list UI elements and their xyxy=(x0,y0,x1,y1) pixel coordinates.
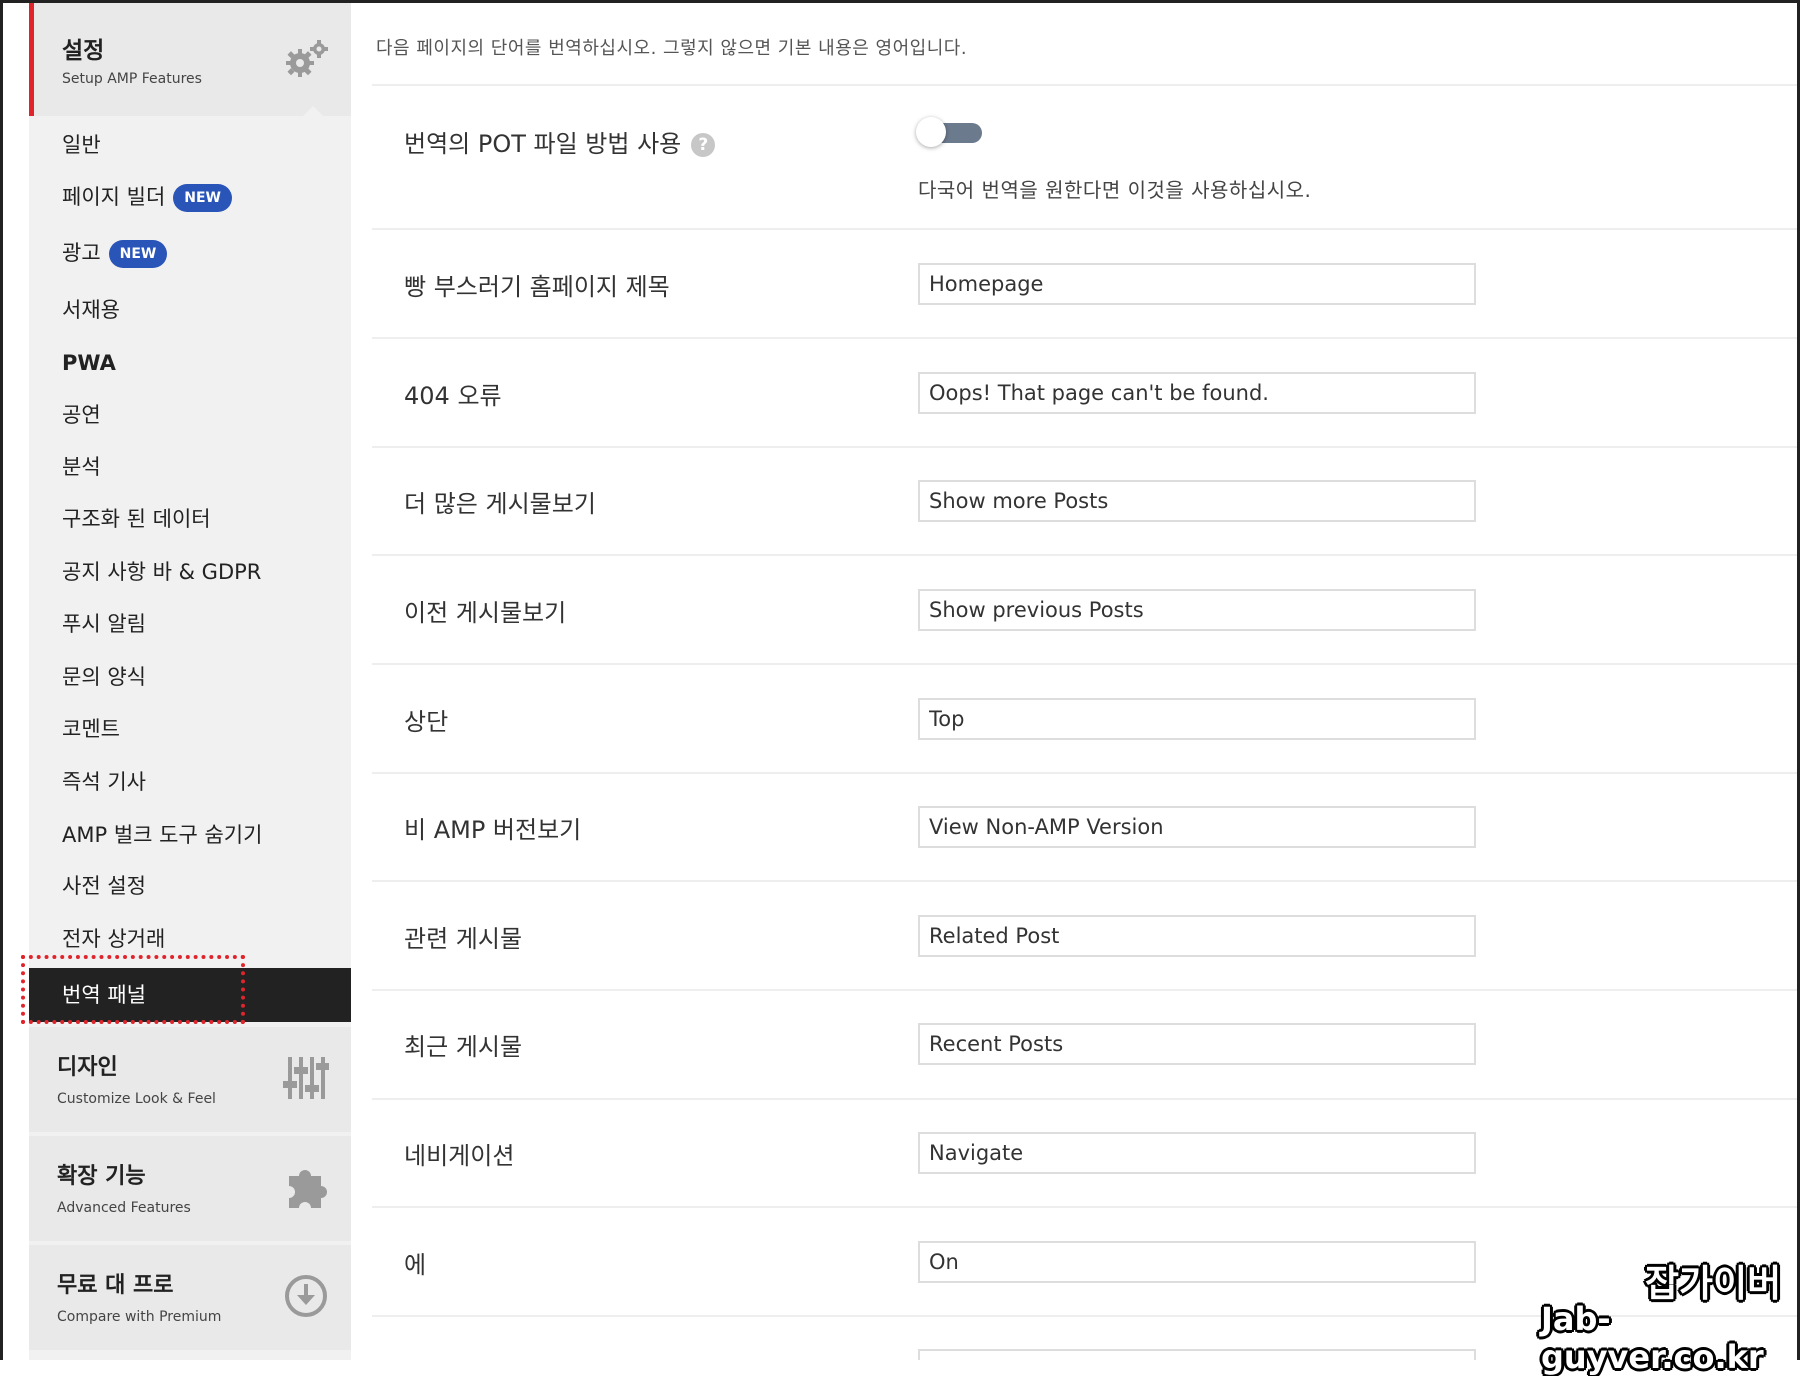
sidebar-item-label: 즉석 기사 xyxy=(62,770,146,794)
divider xyxy=(372,772,1797,774)
sidebar-item-label: 분석 xyxy=(62,455,101,479)
divider xyxy=(372,84,1797,86)
field-label: 비 AMP 버전보기 xyxy=(404,816,582,844)
sidebar-item-structured-data[interactable]: 구조화 된 데이터 xyxy=(62,504,211,534)
show-more-posts-input[interactable] xyxy=(918,480,1476,522)
view-non-amp-version-input[interactable] xyxy=(918,806,1476,848)
field-label: 에 xyxy=(404,1251,427,1279)
sidebar-section-title: 설정 xyxy=(62,38,105,64)
top-input[interactable] xyxy=(918,698,1476,740)
sidebar-item-page-builder[interactable]: 페이지 빌더 NEW xyxy=(62,182,233,212)
sidebar-section-title: 디자인 xyxy=(57,1055,118,1080)
sidebar-item-pwa[interactable]: PWA xyxy=(62,348,116,378)
highlight-annotation-box xyxy=(21,955,245,1024)
sidebar-item-instant-articles[interactable]: 즉석 기사 xyxy=(62,767,146,797)
show-previous-posts-input[interactable] xyxy=(918,589,1476,631)
sidebar-item-presets[interactable]: 사전 설정 xyxy=(62,871,146,901)
sidebar-section-design[interactable]: 디자인 Customize Look & Feel xyxy=(29,1027,351,1132)
download-circle-icon xyxy=(285,1275,327,1317)
sidebar-item-label: 광고 xyxy=(62,241,101,265)
sidebar-item-label: AMP 벌크 도구 숨기기 xyxy=(62,823,263,847)
pot-toggle-label-text: 번역의 POT 파일 방법 사용 xyxy=(404,130,682,158)
sidebar-item-analytics[interactable]: 분석 xyxy=(62,452,101,482)
sidebar-item-ecommerce[interactable]: 전자 상거래 xyxy=(62,924,165,954)
field-label: 더 많은 게시물보기 xyxy=(404,490,596,518)
pot-file-toggle[interactable] xyxy=(916,117,986,147)
sidebar-item-label: 일반 xyxy=(62,133,101,157)
divider xyxy=(372,228,1797,230)
watermark-url: Jab-guyver.co.kr xyxy=(1541,1300,1764,1376)
pot-toggle-label: 번역의 POT 파일 방법 사용? xyxy=(404,124,716,159)
new-badge: NEW xyxy=(108,240,168,268)
next-field-partial[interactable] xyxy=(918,1349,1476,1360)
watermark-title: 잡가이버 xyxy=(1645,1262,1782,1305)
sidebar-section-extensions[interactable]: 확장 기능 Advanced Features xyxy=(29,1136,351,1241)
sidebar-item-push-notifications[interactable]: 푸시 알림 xyxy=(62,609,146,639)
settings-sidebar: 설정 Setup AMP Features 일반 페이지 빌더 NEW 광고 NEW… xyxy=(29,3,351,1360)
gears-icon xyxy=(286,40,328,77)
sidebar-item-notice-bar-gdpr[interactable]: 공지 사항 바 & GDPR xyxy=(62,557,261,587)
divider xyxy=(372,1098,1797,1100)
sidebar-section-settings[interactable]: 설정 Setup AMP Features xyxy=(29,3,351,116)
field-label: 404 오류 xyxy=(404,382,502,410)
sidebar-item-label: 구조화 된 데이터 xyxy=(62,507,211,531)
sidebar-item-contact-form[interactable]: 문의 양식 xyxy=(62,662,146,692)
divider xyxy=(372,663,1797,665)
pot-toggle-help-text: 다국어 번역을 원한다면 이것을 사용하십시오. xyxy=(918,178,1312,202)
field-label: 상단 xyxy=(404,708,449,736)
sidebar-item-general[interactable]: 일반 xyxy=(62,130,101,160)
sidebar-section-subtitle: Setup AMP Features xyxy=(62,71,202,87)
sidebar-item-ads[interactable]: 광고 NEW xyxy=(62,238,168,268)
sidebar-item-hide-amp-bulk-tools[interactable]: AMP 벌크 도구 숨기기 xyxy=(62,820,262,850)
sidebar-item-label: 페이지 빌더 xyxy=(62,185,166,209)
sidebar-section-title: 확장 기능 xyxy=(57,1164,146,1189)
sidebar-item-label: PWA xyxy=(62,351,116,375)
toggle-knob xyxy=(916,117,946,147)
sidebar-section-subtitle: Customize Look & Feel xyxy=(57,1091,216,1107)
navigate-input[interactable] xyxy=(918,1132,1476,1174)
divider xyxy=(372,554,1797,556)
sidebar-section-title: 무료 대 프로 xyxy=(57,1273,174,1298)
sidebar-item-library[interactable]: 서재용 xyxy=(62,295,120,325)
404-error-input[interactable] xyxy=(918,372,1476,414)
sidebar-section-subtitle: Compare with Premium xyxy=(57,1309,222,1325)
divider xyxy=(372,880,1797,882)
question-icon[interactable]: ? xyxy=(691,133,716,157)
sidebar-item-label: 푸시 알림 xyxy=(62,612,146,636)
divider xyxy=(372,337,1797,339)
new-badge: NEW xyxy=(173,184,233,212)
divider xyxy=(372,989,1797,991)
sidebar-item-comments[interactable]: 코멘트 xyxy=(62,714,120,744)
sidebar-item-performance[interactable]: 공연 xyxy=(62,400,101,430)
field-label: 네비게이션 xyxy=(404,1142,515,1170)
sidebar-notch xyxy=(301,106,325,118)
sidebar-item-label: 사전 설정 xyxy=(62,874,146,898)
window-left-border xyxy=(0,0,3,1360)
field-label: 빵 부스러기 홈페이지 제목 xyxy=(404,273,670,301)
field-label: 이전 게시물보기 xyxy=(404,599,567,627)
divider xyxy=(372,1206,1797,1208)
sidebar-section-subtitle: Advanced Features xyxy=(57,1200,191,1216)
active-section-accent xyxy=(29,3,34,116)
recent-posts-input[interactable] xyxy=(918,1023,1476,1065)
sidebar-item-label: 전자 상거래 xyxy=(62,927,166,951)
sidebar-item-label: 코멘트 xyxy=(62,717,120,741)
field-label: 최근 게시물 xyxy=(404,1033,523,1061)
puzzle-icon xyxy=(289,1170,327,1208)
sidebar-item-label: 공연 xyxy=(62,403,101,427)
divider xyxy=(372,446,1797,448)
field-label: 관련 게시물 xyxy=(404,925,523,953)
sidebar-item-label: 공지 사항 바 & GDPR xyxy=(62,560,262,584)
on-input[interactable] xyxy=(918,1241,1476,1283)
breadcrumb-homepage-title-input[interactable] xyxy=(918,263,1476,305)
related-post-input[interactable] xyxy=(918,915,1476,957)
sidebar-section-free-vs-pro[interactable]: 무료 대 프로 Compare with Premium xyxy=(29,1245,351,1350)
sidebar-item-label: 문의 양식 xyxy=(62,665,146,689)
sidebar-item-label: 서재용 xyxy=(62,298,120,322)
page-description: 다음 페이지의 단어를 번역하십시오. 그렇지 않으면 기본 내용은 영어입니다… xyxy=(376,38,968,59)
sliders-icon xyxy=(283,1057,329,1099)
